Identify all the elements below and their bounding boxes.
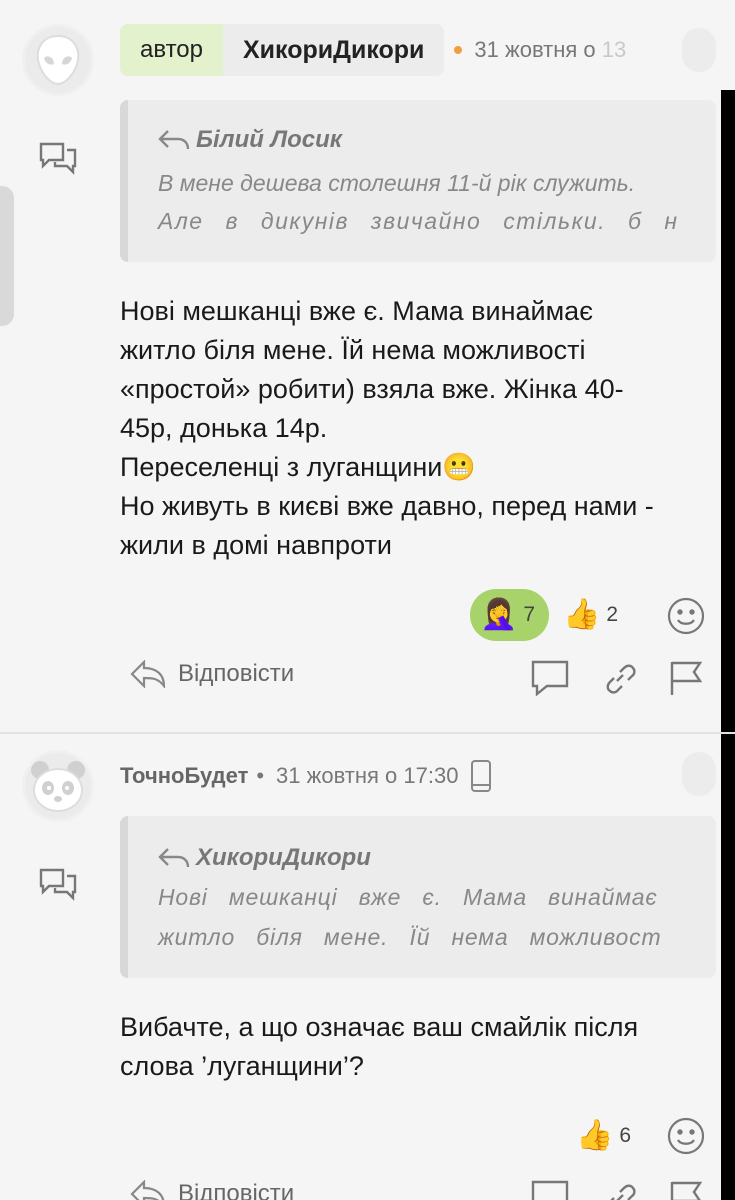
comment-body-line: Но живуть в києві вже давно, перед нами … — [120, 491, 654, 521]
link-icon[interactable] — [598, 656, 642, 700]
quote-author: ХикориДикори — [158, 844, 371, 872]
flag-icon[interactable] — [664, 1176, 708, 1200]
comment: автор ХикориДикори 31 жовтня о 13 Білий … — [0, 0, 735, 730]
reaction-thumbs-up[interactable]: 👍 6 — [566, 1110, 645, 1162]
comment-date: 31 жовтня о 13 — [474, 37, 627, 62]
comments-icon[interactable] — [36, 138, 80, 178]
alien-avatar-icon — [36, 34, 80, 86]
comment-body: Нові мешканці вже є. Мама винаймає житло… — [120, 292, 720, 565]
reply-icon — [130, 660, 166, 688]
mobile-phone-icon — [471, 760, 492, 792]
comment-date: 31 жовтня о 17:30 — [276, 763, 459, 788]
comments-icon[interactable] — [36, 864, 80, 904]
meta-separator: • — [256, 763, 265, 788]
reply-label: Відповісти — [178, 660, 295, 687]
quote-author-name: Білий Лосик — [196, 126, 342, 153]
author-tag: автор — [120, 24, 223, 76]
comment-bubble-icon[interactable] — [528, 656, 572, 700]
quote-author-name: ХикориДикори — [196, 844, 371, 871]
reaction-count: 2 — [606, 603, 619, 626]
quote-block[interactable]: Білий Лосик В мене дешева столешня 11-й … — [120, 100, 716, 262]
comment-body-line: жили в домі навпроти — [120, 530, 392, 560]
comment-actions: Відповісти — [130, 1176, 710, 1200]
comment-body-line: Переселенці з луганщини😬 — [120, 452, 476, 482]
reaction-count: 7 — [523, 603, 536, 626]
comment-body-line: 45р, донька 14р. — [120, 413, 328, 443]
flag-icon[interactable] — [664, 656, 708, 700]
thumbs-up-emoji-icon: 👍 — [576, 1119, 614, 1152]
quote-text-line: Нові мешканці вже є. Мама винаймає — [158, 884, 658, 910]
comment-bubble-icon[interactable] — [528, 1176, 572, 1200]
reaction-thumbs-up[interactable]: 👍 2 — [553, 589, 632, 641]
comment-body: Вибачте, а що означає ваш смайлік після … — [120, 1008, 720, 1086]
comment: ТочноБудет • 31 жовтня о 17:30 ХикориДик… — [0, 734, 735, 1200]
reply-arrow-icon — [158, 130, 190, 150]
quote-text-line: Але в дикунів звичайно стільки. б н — [158, 208, 679, 234]
more-options-button[interactable] — [682, 752, 716, 796]
reaction-facepalm[interactable]: 🤦‍♀️ 7 — [470, 589, 550, 641]
panda-avatar-icon — [31, 761, 85, 812]
quote-author: Білий Лосик — [158, 126, 342, 154]
more-options-button[interactable] — [682, 28, 716, 72]
quote-text-line: житло біля мене. Їй нема можливост — [158, 924, 662, 950]
author-name[interactable]: ХикориДикори — [223, 36, 444, 65]
reply-icon — [130, 1180, 165, 1200]
quote-bar — [120, 100, 128, 262]
comment-body-line: «простой» робити) взяла вже. Жінка 40- — [120, 374, 624, 404]
add-reaction-icon[interactable] — [664, 594, 708, 638]
reaction-count: 6 — [619, 1124, 632, 1147]
reply-label: Відповісти — [178, 1180, 295, 1200]
avatar[interactable] — [22, 24, 94, 96]
quote-bar — [120, 816, 128, 978]
reply-button[interactable]: Відповісти — [130, 1180, 294, 1200]
facepalm-emoji-icon: 🤦‍♀️ — [480, 598, 518, 631]
reply-button[interactable]: Відповісти — [130, 660, 294, 688]
reactions-bar: 🤦‍♀️ 7 👍 2 — [470, 589, 632, 641]
comment-header: ТочноБудет • 31 жовтня о 17:30 — [120, 758, 660, 794]
comment-body-line: Вибачте, а що означає ваш смайлік після — [120, 1012, 639, 1042]
author-name[interactable]: ТочноБудет — [120, 763, 248, 789]
link-icon[interactable] — [598, 1176, 642, 1200]
reactions-bar: 👍 6 — [566, 1110, 645, 1162]
comment-body-line: Нові мешканці вже є. Мама винаймає — [120, 296, 593, 326]
comment-header: автор ХикориДикори 31 жовтня о 13 — [120, 24, 660, 76]
reply-arrow-icon — [158, 848, 190, 868]
comment-actions: Відповісти — [130, 656, 710, 706]
avatar[interactable] — [22, 750, 94, 822]
author-chip[interactable]: автор ХикориДикори — [120, 24, 445, 76]
comment-body-line: слова ’луганщини’? — [120, 1051, 364, 1081]
add-reaction-icon[interactable] — [664, 1114, 708, 1158]
online-dot — [454, 46, 463, 54]
thumbs-up-emoji-icon: 👍 — [563, 598, 601, 631]
quote-text-line: В мене дешева столешня 11-й рік служить. — [158, 170, 636, 196]
comment-body-line: житло біля мене. Їй нема можливості — [120, 335, 586, 365]
quote-block[interactable]: ХикориДикори Нові мешканці вже є. Мама в… — [120, 816, 716, 978]
